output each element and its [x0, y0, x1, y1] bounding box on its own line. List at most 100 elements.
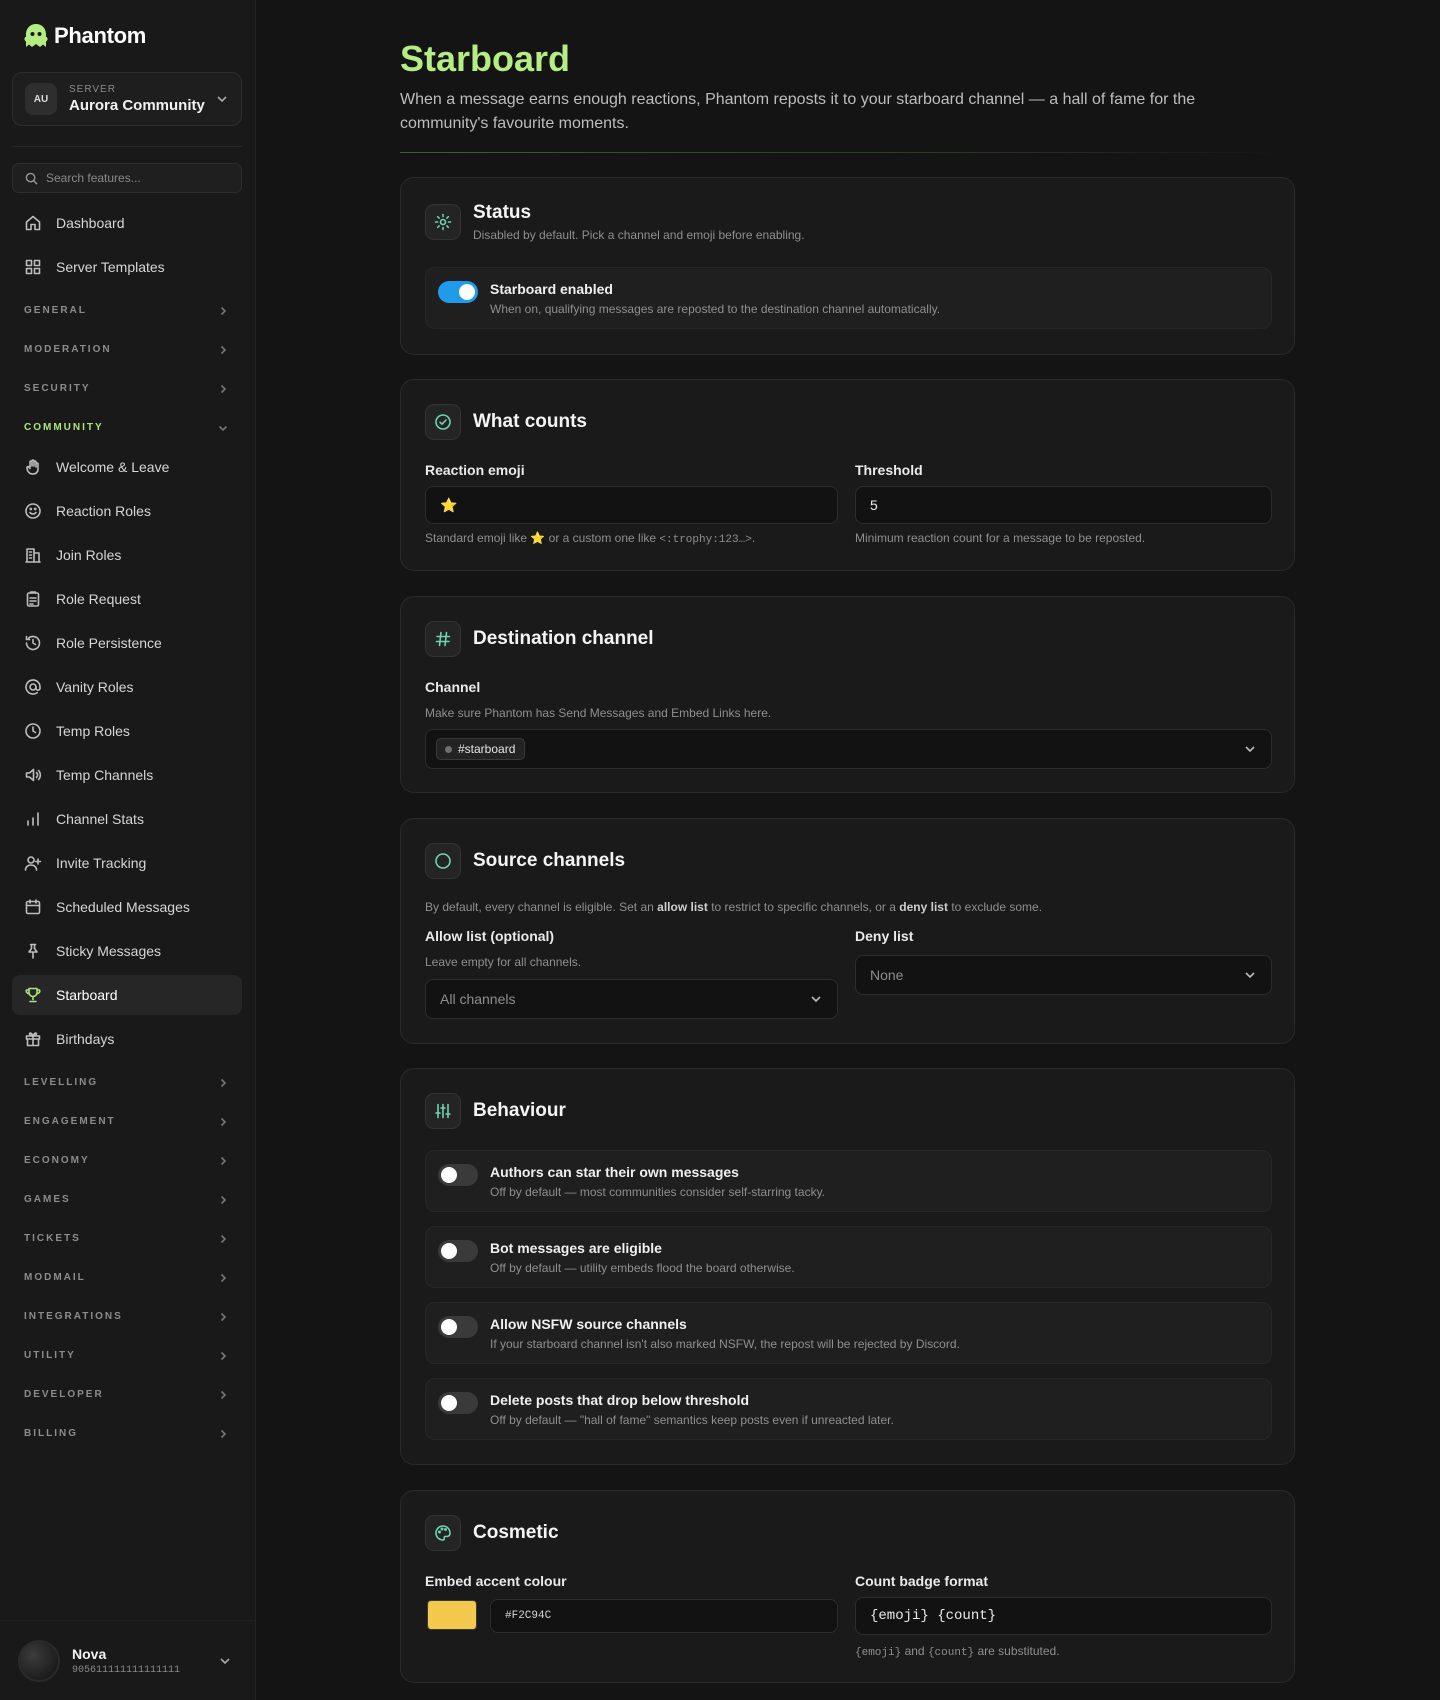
starboard-enabled-toggle[interactable] — [438, 281, 478, 303]
behaviour-row-delete-below: Delete posts that drop below threshold O… — [425, 1378, 1272, 1440]
ghost-logo-icon — [24, 24, 48, 47]
user-id: 905611111111111111 — [72, 1664, 181, 1676]
page-title: Starboard — [400, 38, 571, 79]
nav-section-economy[interactable]: ECONOMY — [12, 1141, 242, 1180]
chevron-right-icon — [220, 1429, 227, 1438]
sidebar-item-server-templates[interactable]: Server Templates — [12, 247, 242, 287]
nav-section-tickets[interactable]: TICKETS — [12, 1219, 242, 1258]
sidebar-item-join-roles[interactable]: Join Roles — [12, 535, 242, 575]
server-switcher[interactable]: AU SERVER Aurora Community — [12, 72, 242, 126]
nav-section-community[interactable]: COMMUNITY — [12, 408, 242, 447]
allow-list-select[interactable]: All channels — [425, 979, 838, 1019]
source-channels-title: Source channels — [473, 850, 626, 871]
sidebar-item-temp-channels[interactable]: Temp Channels — [12, 755, 242, 795]
nav-section-utility[interactable]: UTILITY — [12, 1336, 242, 1375]
nav-section-modmail[interactable]: MODMAIL — [12, 1258, 242, 1297]
app-logo[interactable]: Phantom — [22, 22, 146, 50]
sidebar-item-reaction-roles[interactable]: Reaction Roles — [12, 491, 242, 531]
user-name: Nova — [72, 1645, 107, 1662]
what-counts-card: What counts Reaction emoji ⭐ Standard em… — [400, 379, 1295, 571]
sidebar-item-role-request[interactable]: Role Request — [12, 579, 242, 619]
status-subtitle: Disabled by default. Pick a channel and … — [473, 228, 805, 242]
nav-section-moderation[interactable]: MODERATION — [12, 330, 242, 369]
nav-section-games[interactable]: GAMES — [12, 1180, 242, 1219]
behaviour-title: Behaviour — [473, 1100, 566, 1121]
chevron-right-icon — [220, 1078, 227, 1087]
delete-below-threshold-toggle[interactable] — [438, 1392, 478, 1414]
user-menu[interactable]: Nova 905611111111111111 — [0, 1620, 256, 1700]
nav-section-billing[interactable]: BILLING — [12, 1414, 242, 1453]
sidebar-item-welcome-leave[interactable]: Welcome & Leave — [12, 447, 242, 487]
chevron-right-icon — [220, 1117, 227, 1126]
sidebar-item-scheduled-messages[interactable]: Scheduled Messages — [12, 887, 242, 927]
status-title: Status — [473, 202, 532, 223]
nav-section-general[interactable]: GENERAL — [12, 291, 242, 330]
nav-section-engagement[interactable]: ENGAGEMENT — [12, 1102, 242, 1141]
app-name: Phantom — [54, 23, 147, 48]
sidebar-item-role-persistence[interactable]: Role Persistence — [12, 623, 242, 663]
sidebar-item-temp-roles[interactable]: Temp Roles — [12, 711, 242, 751]
starboard-enabled-description: When on, qualifying messages are reposte… — [490, 302, 941, 316]
channel-chip[interactable]: #starboard — [436, 738, 526, 760]
reaction-emoji-input[interactable]: ⭐ — [425, 486, 838, 524]
bot-messages-toggle[interactable] — [438, 1240, 478, 1262]
nav-section-developer[interactable]: DEVELOPER — [12, 1375, 242, 1414]
sidebar-item-sticky-messages[interactable]: Sticky Messages — [12, 931, 242, 971]
bar-chart-icon — [27, 812, 39, 826]
self-star-toggle[interactable] — [438, 1164, 478, 1186]
chevron-down-icon — [1245, 746, 1255, 753]
hand-icon — [26, 459, 39, 475]
deny-list-value: None — [870, 967, 904, 983]
sidebar-nav: Dashboard Server Templates GENERAL MODER… — [12, 203, 242, 1453]
channel-dot — [445, 745, 452, 753]
nav-section-security[interactable]: SECURITY — [12, 369, 242, 408]
accent-color-value: #F2C94C — [505, 1610, 552, 1622]
sidebar-item-vanity-roles[interactable]: Vanity Roles — [12, 667, 242, 707]
destination-channel-select[interactable]: #starboard — [425, 729, 1272, 769]
threshold-hint: Minimum reaction count for a message to … — [855, 531, 1146, 545]
home-icon — [25, 215, 41, 231]
clipboard-icon — [26, 591, 40, 607]
search-icon — [25, 172, 38, 185]
sidebar-item-dashboard[interactable]: Dashboard — [12, 203, 242, 243]
circle-icon — [425, 843, 461, 879]
calendar-icon — [25, 899, 41, 915]
sidebar-item-invite-tracking[interactable]: Invite Tracking — [12, 843, 242, 883]
sidebar-item-starboard[interactable]: Starboard — [12, 975, 242, 1015]
count-badge-input[interactable]: {emoji} {count} — [855, 1597, 1272, 1635]
count-badge-label: Count badge format — [855, 1573, 988, 1589]
starboard-enabled-row: Starboard enabled When on, qualifying me… — [425, 267, 1272, 329]
gear-icon — [425, 204, 461, 240]
destination-channel-card: Destination channel Channel Make sure Ph… — [400, 596, 1295, 793]
search-placeholder: Search features... — [46, 171, 141, 185]
allow-list-hint: Leave empty for all channels. — [425, 955, 582, 969]
behaviour-row-self-star: Authors can star their own messages Off … — [425, 1150, 1272, 1212]
chevron-right-icon — [220, 384, 227, 393]
chevron-right-icon — [220, 1195, 227, 1204]
threshold-input[interactable]: 5 — [855, 486, 1272, 524]
channel-label: Channel — [425, 679, 481, 695]
trophy-icon — [25, 987, 41, 1003]
grid-icon — [25, 259, 41, 275]
destination-channel-title: Destination channel — [473, 628, 654, 649]
title-divider — [400, 152, 1280, 153]
nsfw-toggle[interactable] — [438, 1316, 478, 1338]
deny-list-select[interactable]: None — [855, 955, 1272, 995]
nav-section-levelling[interactable]: LEVELLING — [12, 1063, 242, 1102]
pin-icon — [28, 943, 38, 959]
sidebar-item-channel-stats[interactable]: Channel Stats — [12, 799, 242, 839]
chevron-down-icon — [218, 425, 228, 431]
chevron-down-icon — [1245, 972, 1255, 979]
chevron-down-icon — [811, 996, 821, 1003]
allow-list-label: Allow list (optional) — [425, 928, 555, 944]
hash-icon — [425, 621, 461, 657]
cosmetic-card: Cosmetic Embed accent colour #F2C94C Cou… — [400, 1490, 1295, 1683]
cosmetic-title: Cosmetic — [473, 1522, 559, 1543]
nav-section-integrations[interactable]: INTEGRATIONS — [12, 1297, 242, 1336]
accent-color-input[interactable]: #F2C94C — [490, 1599, 838, 1633]
smile-icon — [25, 503, 41, 519]
sidebar-item-birthdays[interactable]: Birthdays — [12, 1019, 242, 1059]
page-description: When a message earns enough reactions, P… — [400, 91, 1196, 132]
feature-search-input[interactable]: Search features... — [12, 163, 242, 193]
accent-color-swatch[interactable] — [427, 1600, 477, 1630]
